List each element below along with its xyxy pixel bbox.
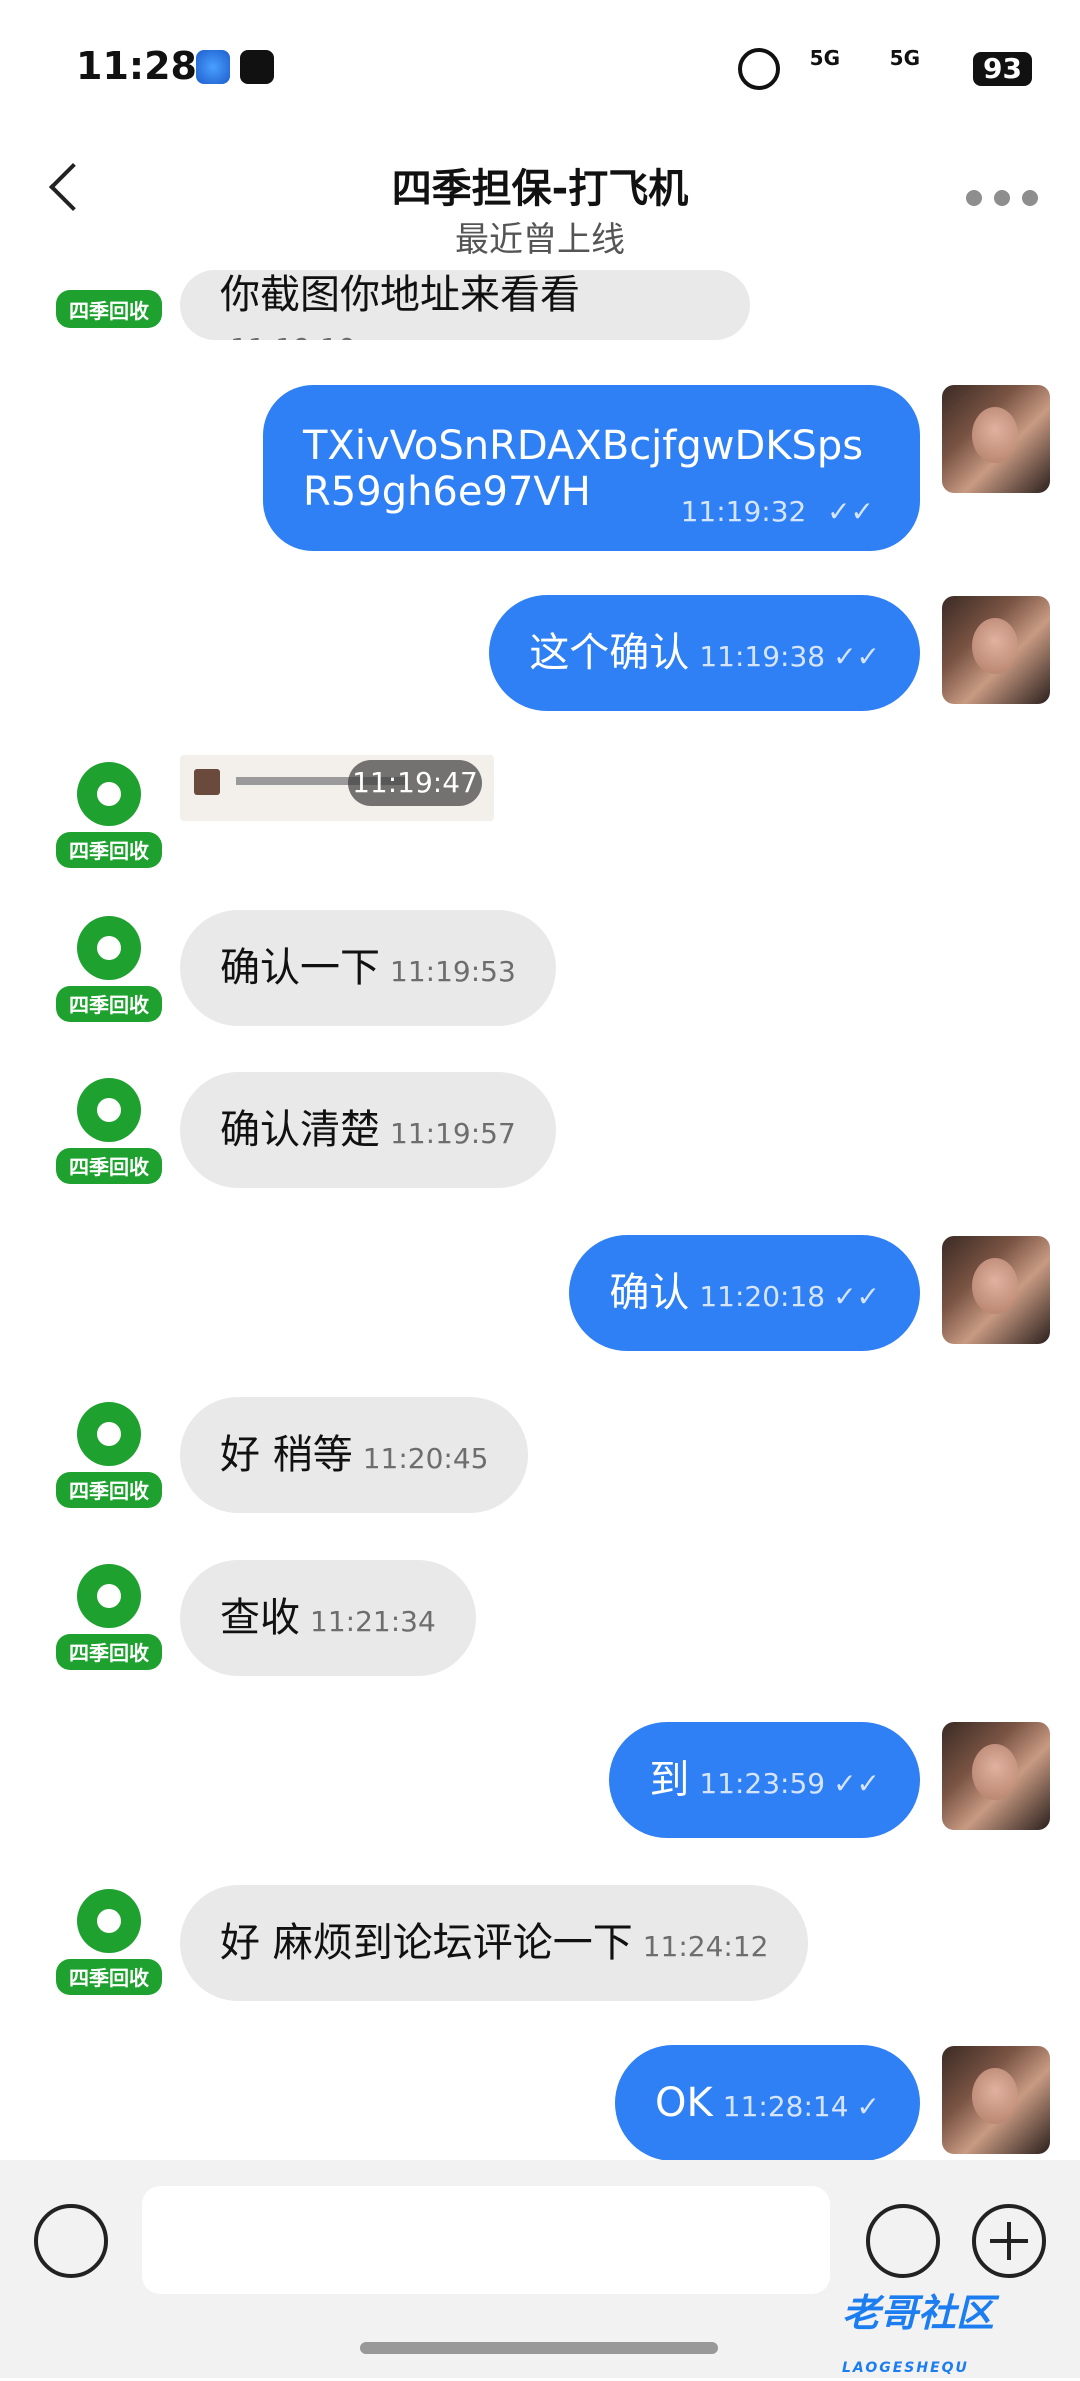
message-text: 确认清楚 <box>220 1107 380 1153</box>
avatar-label: 四季回收 <box>69 1479 149 1503</box>
double-check-icon: ✓✓ <box>833 640 880 673</box>
message-bubble-outgoing[interactable]: 确认 11:20:18 ✓✓ <box>569 1235 920 1351</box>
message-bubble-incoming[interactable]: 好 麻烦到论坛评论一下 11:24:12 <box>180 1885 809 2001</box>
avatar-four-seasons[interactable]: 四季回收 <box>54 1887 164 1997</box>
message-text: 你截图你地址来看看 <box>220 272 580 318</box>
message-text: OK <box>655 2080 713 2126</box>
double-check-icon: ✓✓ <box>833 1767 880 1800</box>
emoji-icon[interactable] <box>866 2204 940 2278</box>
avatar-four-seasons[interactable]: 四季回收 <box>54 760 164 870</box>
single-check-icon: ✓ <box>856 2090 880 2123</box>
message-bubble-incoming[interactable]: 你截图你地址来看看 11:19:10 <box>180 270 750 340</box>
message-time: 11:23:59 <box>699 1767 826 1800</box>
avatar-four-seasons[interactable]: 四季回收 <box>54 1562 164 1672</box>
message-bubble-incoming[interactable]: 查收 11:21:34 <box>180 1560 476 1676</box>
voice-input-icon[interactable] <box>34 2204 108 2278</box>
avatar-user[interactable] <box>942 1722 1050 1830</box>
message-bubble-outgoing[interactable]: 这个确认 11:19:38 ✓✓ <box>489 595 920 711</box>
watermark-logo: 老哥社区 LAOGESHEQU <box>842 2282 1064 2376</box>
message-text: 好 稍等 <box>220 1432 353 1478</box>
message-bubble-incoming[interactable]: 确认清楚 11:19:57 <box>180 1072 556 1188</box>
message-time: 11:19:32 <box>680 495 807 528</box>
message-time: 11:19:53 <box>390 955 516 988</box>
avatar-label: 四季回收 <box>69 1641 149 1665</box>
avatar-label: 四季回收 <box>69 839 149 863</box>
message-text: 查收 <box>220 1595 300 1641</box>
message-bubble-outgoing[interactable]: 到 11:23:59 ✓✓ <box>609 1722 920 1838</box>
message-text: 这个确认 <box>529 630 690 676</box>
message-text: 到 <box>649 1757 690 1803</box>
message-list[interactable]: 你截图你地址来看看 11:19:10 四季回收 TXivVoSnRDAXBcjfg… <box>0 0 1080 2161</box>
avatar-user[interactable] <box>942 2046 1050 2154</box>
message-bubble-outgoing[interactable]: TXivVoSnRDAXBcjfgwDKSpsR59gh6e97VH 11:19… <box>263 385 920 551</box>
watermark-sub: LAOGESHEQU <box>842 2360 969 2376</box>
message-bubble-outgoing[interactable]: OK 11:28:14 ✓ <box>615 2045 920 2161</box>
message-time: 11:19:38 <box>699 640 826 673</box>
double-check-icon: ✓✓ <box>833 1280 880 1313</box>
message-time: 11:21:34 <box>310 1605 436 1638</box>
message-text: 确认一下 <box>220 945 380 991</box>
avatar-user[interactable] <box>942 596 1050 704</box>
add-attachment-icon[interactable] <box>972 2204 1046 2278</box>
watermark-text: 老哥社区 <box>842 2291 995 2335</box>
image-thumbnail <box>194 769 220 795</box>
message-bubble-incoming[interactable]: 好 稍等 11:20:45 <box>180 1397 529 1513</box>
message-text: 好 麻烦到论坛评论一下 <box>220 1920 633 1966</box>
avatar-label: 四季回收 <box>69 993 149 1017</box>
avatar-four-seasons[interactable]: 四季回收 <box>54 914 164 1024</box>
message-bubble-incoming[interactable]: 确认一下 11:19:53 <box>180 910 556 1026</box>
message-time: 11:19:57 <box>390 1117 516 1150</box>
message-time: 11:19:47 <box>348 760 482 806</box>
double-check-icon: ✓✓ <box>827 495 874 528</box>
avatar-four-seasons[interactable]: 四季回收 <box>54 1076 164 1186</box>
message-input[interactable] <box>142 2186 830 2294</box>
avatar-label: 四季回收 <box>69 1155 149 1179</box>
avatar-label: 四季回收 <box>69 1966 149 1990</box>
message-time: 11:19:10 <box>230 332 356 340</box>
message-text: 确认 <box>609 1270 690 1316</box>
avatar-user[interactable] <box>942 385 1050 493</box>
avatar-four-seasons[interactable]: 四季回收 <box>54 1400 164 1510</box>
avatar-four-seasons[interactable]: 四季回收 <box>54 270 164 330</box>
avatar-label: 四季回收 <box>69 299 149 323</box>
message-time: 11:28:14 <box>722 2090 849 2123</box>
avatar-user[interactable] <box>942 1236 1050 1344</box>
message-time: 11:24:12 <box>642 1930 769 1963</box>
home-indicator[interactable] <box>360 2342 718 2354</box>
message-time: 11:20:18 <box>699 1280 826 1313</box>
message-time: 11:20:45 <box>362 1442 489 1475</box>
